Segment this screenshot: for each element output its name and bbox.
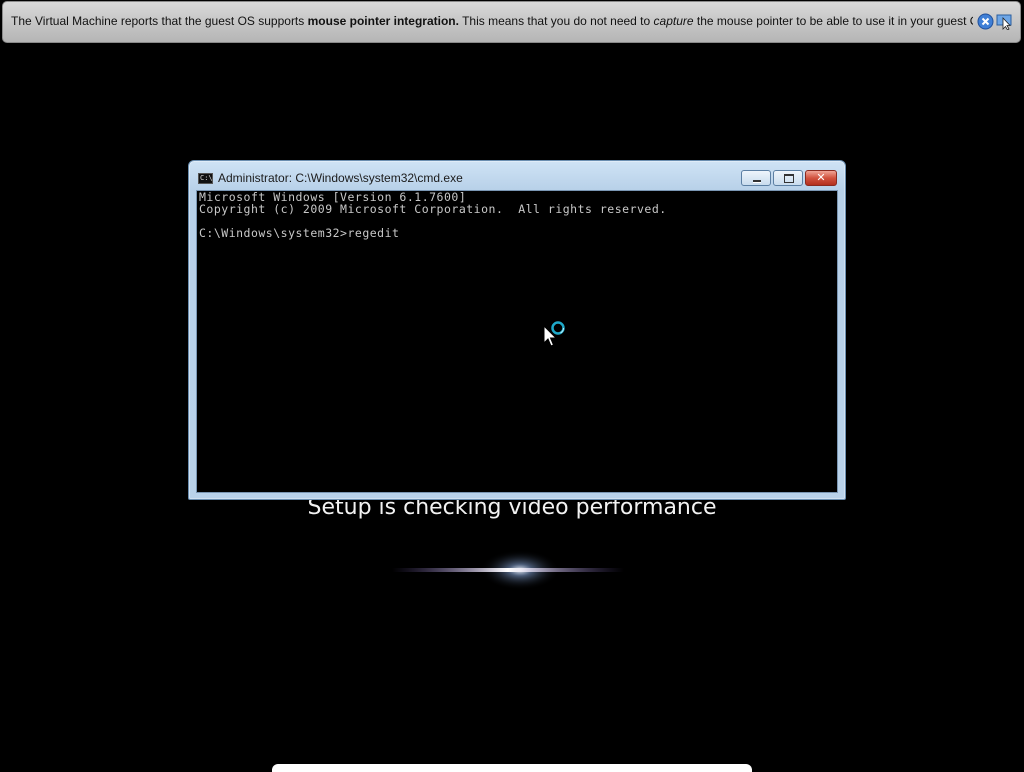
vm-notification-message: The Virtual Machine reports that the gue… [11,14,973,28]
minimize-button[interactable] [741,170,771,186]
cmd-titlebar[interactable]: C:\ Administrator: C:\Windows\system32\c… [189,161,845,189]
notification-text-1: The Virtual Machine reports that the gue… [11,14,308,28]
notification-text-2: This means that you do not need to [458,14,654,28]
cmd-app-icon[interactable]: C:\ [198,173,213,184]
cmd-window[interactable]: C:\ Administrator: C:\Windows\system32\c… [188,160,846,500]
maximize-button[interactable] [773,170,803,186]
notification-text-3: the mouse pointer to be able to use it i… [696,14,973,28]
close-button[interactable] [805,170,837,186]
notification-bold-text: mouse pointer integration. [307,14,459,28]
notification-italic-text: capture [653,14,694,28]
console-area[interactable]: Microsoft Windows [Version 6.1.7600] Cop… [196,190,838,493]
mouse-integration-icon[interactable] [996,13,1013,30]
vm-notification-bar: The Virtual Machine reports that the gue… [2,1,1021,43]
console-output: Microsoft Windows [Version 6.1.7600] Cop… [199,190,667,240]
cmd-window-title: Administrator: C:\Windows\system32\cmd.e… [218,171,463,185]
busy-cursor-icon [543,321,565,347]
close-circle-icon[interactable] [977,13,994,30]
setup-dialog-edge [272,764,752,772]
setup-glow-decoration [392,550,624,590]
